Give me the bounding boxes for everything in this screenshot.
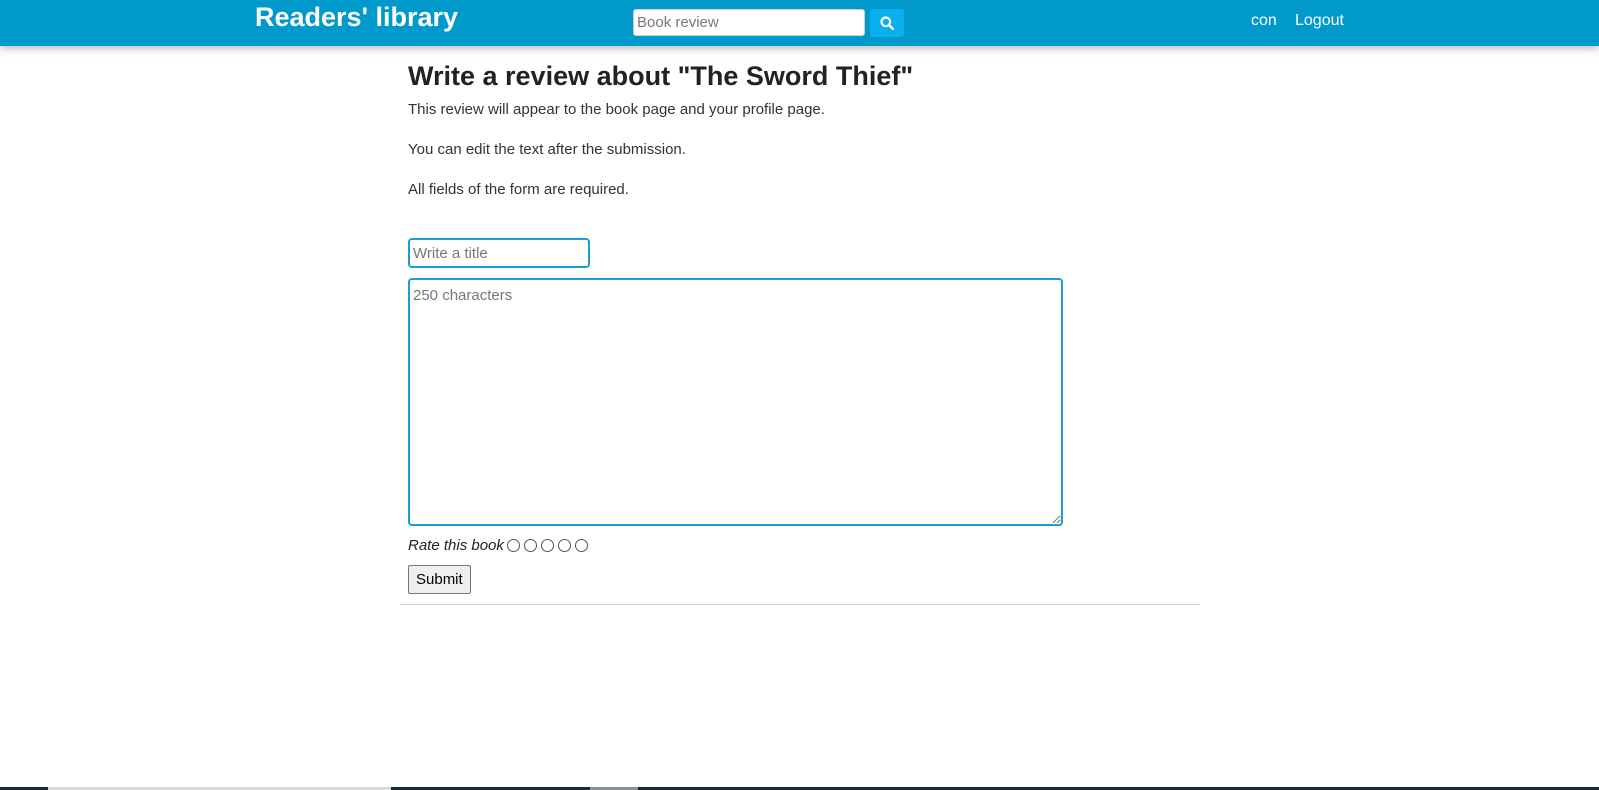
rating-radio-2[interactable] (523, 538, 537, 552)
submit-button[interactable]: Submit (408, 565, 471, 594)
search-button[interactable] (870, 9, 904, 37)
page-title: Write a review about "The Sword Thief" (408, 61, 914, 91)
rating-radio-3[interactable] (540, 538, 554, 552)
logout-link[interactable]: Logout (1295, 12, 1344, 30)
navbar: Readers' library con Logout (0, 0, 1599, 46)
info-text-editable: You can edit the text after the submissi… (408, 141, 686, 158)
rating-radio-5[interactable] (574, 538, 588, 552)
divider (400, 604, 1200, 605)
rating-radio-1[interactable] (506, 538, 520, 552)
rating-radio-4[interactable] (557, 538, 571, 552)
review-text-area[interactable] (408, 278, 1063, 526)
info-text-required: All fields of the form are required. (408, 181, 629, 198)
search-icon (880, 16, 894, 30)
review-title-input[interactable] (408, 238, 590, 268)
rating-row: Rate this book (408, 534, 592, 556)
rating-label: Rate this book (408, 536, 504, 554)
review-form-container: Write a review about "The Sword Thief" T… (408, 56, 1208, 594)
info-text-visibility: This review will appear to the book page… (408, 101, 825, 118)
brand-link[interactable]: Readers' library (255, 3, 458, 31)
user-profile-link[interactable]: con (1251, 12, 1277, 30)
search-input[interactable] (633, 9, 865, 36)
